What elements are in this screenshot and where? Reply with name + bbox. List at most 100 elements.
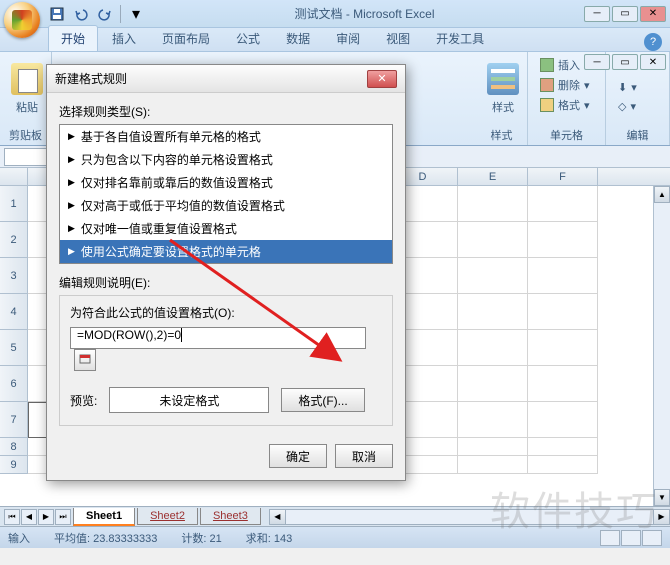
dialog-titlebar[interactable]: 新建格式规则 ✕ xyxy=(47,65,405,93)
rule-item-selected[interactable]: ▶使用公式确定要设置格式的单元格 xyxy=(60,240,392,263)
col-e[interactable]: E xyxy=(458,168,528,185)
tab-review[interactable]: 审阅 xyxy=(324,26,372,51)
delete-cells-button[interactable]: 删除 ▾ xyxy=(536,76,597,94)
last-sheet-button[interactable]: ⏭ xyxy=(55,509,71,525)
bullet-icon: ▶ xyxy=(68,177,75,188)
cancel-button[interactable]: 取消 xyxy=(335,444,393,468)
format-cells-label: 格式 xyxy=(558,97,580,113)
new-format-rule-dialog: 新建格式规则 ✕ 选择规则类型(S): ▶基于各自值设置所有单元格的格式 ▶只为… xyxy=(46,64,406,481)
fill-button[interactable]: ⬇ ▾ xyxy=(614,80,661,95)
preview-label: 预览: xyxy=(70,392,97,409)
row-header[interactable]: 9 xyxy=(0,456,28,474)
page-layout-view-button[interactable] xyxy=(621,530,641,546)
bullet-icon: ▶ xyxy=(68,200,75,211)
office-button[interactable] xyxy=(4,2,40,38)
scroll-left-icon[interactable]: ◀ xyxy=(270,510,286,524)
ok-button[interactable]: 确定 xyxy=(269,444,327,468)
row-header[interactable]: 4 xyxy=(0,294,28,330)
page-break-view-button[interactable] xyxy=(642,530,662,546)
redo-icon[interactable] xyxy=(96,5,114,23)
rule-type-list[interactable]: ▶基于各自值设置所有单元格的格式 ▶只为包含以下内容的单元格设置格式 ▶仅对排名… xyxy=(59,124,393,264)
insert-cells-icon xyxy=(540,58,554,72)
status-count: 计数: 21 xyxy=(181,530,221,546)
close-button[interactable]: ✕ xyxy=(640,6,666,22)
rule-item[interactable]: ▶仅对唯一值或重复值设置格式 xyxy=(60,217,392,240)
row-header[interactable]: 6 xyxy=(0,366,28,402)
status-bar: 输入 平均值: 23.83333333 计数: 21 求和: 143 xyxy=(0,526,670,548)
first-sheet-button[interactable]: ⏮ xyxy=(4,509,20,525)
tab-home[interactable]: 开始 xyxy=(48,25,98,51)
row-headers: 1 2 3 4 5 6 7 8 9 xyxy=(0,186,28,474)
dialog-title: 新建格式规则 xyxy=(55,70,127,87)
sheet-tabs-bar: ⏮ ◀ ▶ ⏭ Sheet1 Sheet2 Sheet3 ◀ ▶ xyxy=(0,506,670,526)
doc-minimize-button[interactable]: ─ xyxy=(584,54,610,70)
paste-icon xyxy=(11,63,43,95)
rule-item[interactable]: ▶仅对高于或低于平均值的数值设置格式 xyxy=(60,194,392,217)
normal-view-button[interactable] xyxy=(600,530,620,546)
minimize-button[interactable]: ─ xyxy=(584,6,610,22)
dialog-close-button[interactable]: ✕ xyxy=(367,70,397,88)
tab-dev[interactable]: 开发工具 xyxy=(424,26,496,51)
range-select-button[interactable] xyxy=(74,349,96,371)
horizontal-scrollbar[interactable]: ◀ ▶ xyxy=(269,509,670,525)
bullet-icon: ▶ xyxy=(68,223,75,234)
undo-icon[interactable] xyxy=(72,5,90,23)
sheet-tab-1[interactable]: Sheet1 xyxy=(73,508,135,526)
styles-label: 样式 xyxy=(492,99,514,115)
prev-sheet-button[interactable]: ◀ xyxy=(21,509,37,525)
delete-cells-label: 删除 xyxy=(558,77,580,93)
clipboard-group-label: 剪贴板 xyxy=(0,127,51,143)
rule-type-label: 选择规则类型(S): xyxy=(59,103,393,120)
doc-close-button[interactable]: ✕ xyxy=(640,54,666,70)
tab-insert[interactable]: 插入 xyxy=(100,26,148,51)
row-header[interactable]: 8 xyxy=(0,438,28,456)
paste-button[interactable]: 粘贴 xyxy=(6,56,48,122)
format-preview-box: 未设定格式 xyxy=(109,387,269,413)
tab-formula[interactable]: 公式 xyxy=(224,26,272,51)
doc-restore-button[interactable]: ▭ xyxy=(612,54,638,70)
rule-item[interactable]: ▶基于各自值设置所有单元格的格式 xyxy=(60,125,392,148)
status-avg: 平均值: 23.83333333 xyxy=(54,530,157,546)
scroll-up-icon[interactable]: ▲ xyxy=(654,186,670,203)
styles-button[interactable]: 样式 xyxy=(482,56,524,122)
select-all-corner[interactable] xyxy=(0,168,28,185)
status-sum: 求和: 143 xyxy=(246,530,292,546)
tab-layout[interactable]: 页面布局 xyxy=(150,26,222,51)
col-f[interactable]: F xyxy=(528,168,598,185)
window-title: 测试文档 - Microsoft Excel xyxy=(145,5,584,22)
help-icon[interactable]: ? xyxy=(644,33,662,51)
sheet-tab-2[interactable]: Sheet2 xyxy=(137,508,198,525)
scroll-right-icon[interactable]: ▶ xyxy=(653,510,669,524)
bullet-icon: ▶ xyxy=(68,246,75,257)
scroll-down-icon[interactable]: ▼ xyxy=(654,489,670,506)
bullet-icon: ▶ xyxy=(68,131,75,142)
row-header[interactable]: 2 xyxy=(0,222,28,258)
formula-label: 为符合此公式的值设置格式(O): xyxy=(70,304,382,321)
row-header[interactable]: 7 xyxy=(0,402,28,438)
tab-data[interactable]: 数据 xyxy=(274,26,322,51)
insert-cells-label: 插入 xyxy=(558,57,580,73)
maximize-button[interactable]: ▭ xyxy=(612,6,638,22)
formula-input[interactable]: =MOD(ROW(),2)=0 xyxy=(70,327,366,349)
sheet-tab-3[interactable]: Sheet3 xyxy=(200,508,261,525)
next-sheet-button[interactable]: ▶ xyxy=(38,509,54,525)
row-header[interactable]: 1 xyxy=(0,186,28,222)
qat-dropdown-icon[interactable]: ▾ xyxy=(127,5,145,23)
bullet-icon: ▶ xyxy=(68,154,75,165)
vertical-scrollbar[interactable]: ▲ ▼ xyxy=(653,186,670,506)
format-button[interactable]: 格式(F)... xyxy=(281,388,364,412)
format-cells-button[interactable]: 格式 ▾ xyxy=(536,96,597,114)
edit-group-label: 编辑 xyxy=(606,127,669,143)
paste-label: 粘贴 xyxy=(16,99,38,115)
save-icon[interactable] xyxy=(48,5,66,23)
clear-button[interactable]: ◇ ▾ xyxy=(614,99,661,114)
rule-item[interactable]: ▶仅对排名靠前或靠后的数值设置格式 xyxy=(60,171,392,194)
fill-icon: ⬇ xyxy=(618,81,627,94)
titlebar: ▾ 测试文档 - Microsoft Excel ─ ▭ ✕ xyxy=(0,0,670,28)
row-header[interactable]: 3 xyxy=(0,258,28,294)
rule-desc-label: 编辑规则说明(E): xyxy=(59,274,393,291)
tab-view[interactable]: 视图 xyxy=(374,26,422,51)
rule-item[interactable]: ▶只为包含以下内容的单元格设置格式 xyxy=(60,148,392,171)
quick-access-toolbar: ▾ xyxy=(48,5,145,23)
row-header[interactable]: 5 xyxy=(0,330,28,366)
